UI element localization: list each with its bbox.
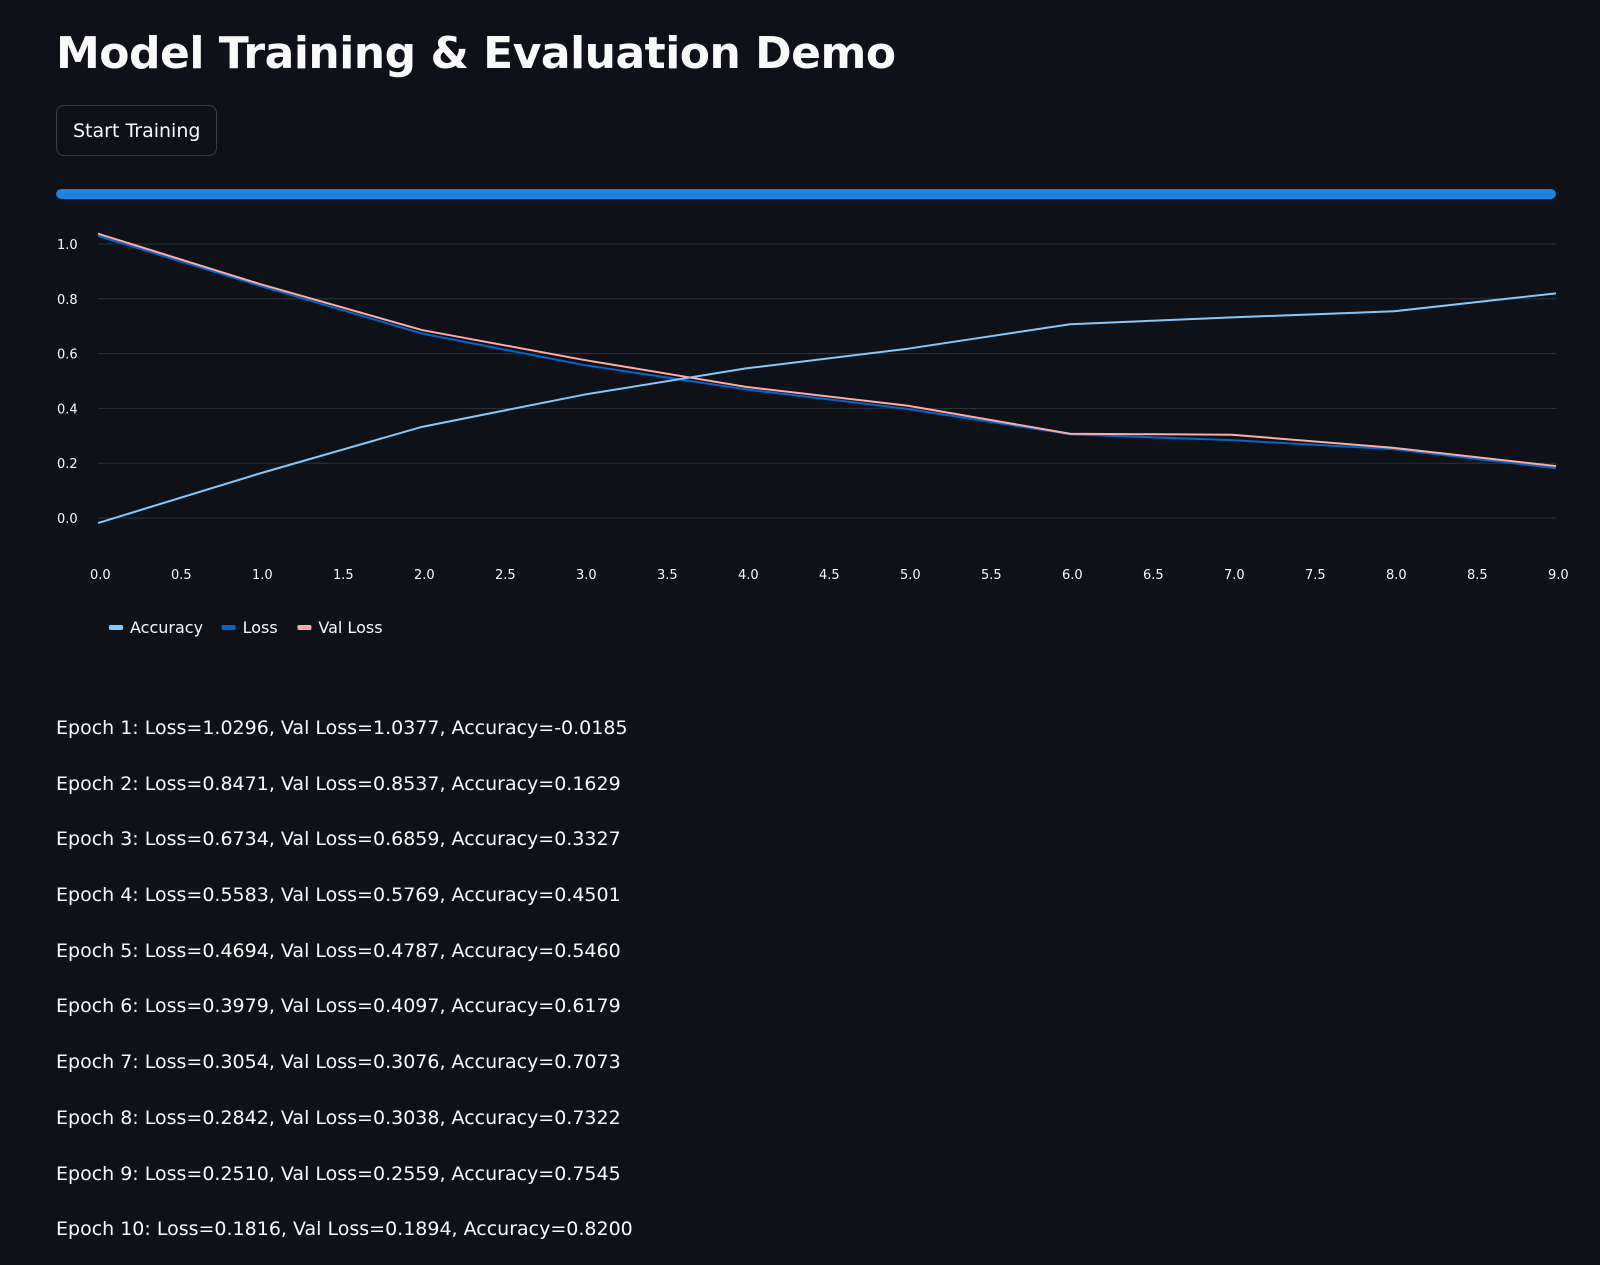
page-title: Model Training & Evaluation Demo bbox=[56, 28, 896, 79]
x-tick-label: 3.5 bbox=[657, 568, 678, 583]
x-tick-label: 2.0 bbox=[414, 568, 435, 583]
y-tick-label: 0.2 bbox=[57, 457, 78, 472]
log-line: Epoch 3: Loss=0.6734, Val Loss=0.6859, A… bbox=[56, 828, 621, 851]
log-line: Epoch 8: Loss=0.2842, Val Loss=0.3038, A… bbox=[56, 1106, 621, 1129]
legend-label[interactable]: Loss bbox=[243, 618, 278, 637]
y-tick-label: 0.4 bbox=[57, 402, 78, 417]
legend-label[interactable]: Accuracy bbox=[130, 618, 203, 637]
log-line: Epoch 10: Loss=0.1816, Val Loss=0.1894, … bbox=[56, 1218, 633, 1241]
log-line: Epoch 9: Loss=0.2510, Val Loss=0.2559, A… bbox=[56, 1162, 621, 1185]
x-tick-label: 7.0 bbox=[1224, 568, 1245, 583]
training-log: Epoch 1: Loss=1.0296, Val Loss=1.0377, A… bbox=[56, 714, 1556, 1265]
x-tick-label: 1.0 bbox=[252, 568, 273, 583]
x-tick-label: 1.5 bbox=[333, 568, 354, 583]
app-root: Model Training & Evaluation Demo Start T… bbox=[0, 0, 1600, 1265]
x-tick-label: 8.5 bbox=[1467, 568, 1488, 583]
y-tick-label: 0.8 bbox=[57, 293, 78, 308]
log-line: Epoch 7: Loss=0.3054, Val Loss=0.3076, A… bbox=[56, 1051, 621, 1074]
log-line: Epoch 5: Loss=0.4694, Val Loss=0.4787, A… bbox=[56, 939, 621, 962]
x-tick-label: 9.0 bbox=[1548, 568, 1569, 583]
series-line-val-loss bbox=[97, 232, 1557, 468]
legend-swatch bbox=[109, 625, 123, 630]
log-line: Epoch 2: Loss=0.8471, Val Loss=0.8537, A… bbox=[56, 772, 621, 795]
x-tick-label: 6.0 bbox=[1062, 568, 1083, 583]
x-tick-label: 5.0 bbox=[900, 568, 921, 583]
legend-swatch bbox=[297, 625, 312, 630]
log-line: Epoch 1: Loss=1.0296, Val Loss=1.0377, A… bbox=[56, 717, 628, 739]
progress-bar bbox=[56, 189, 1556, 199]
x-tick-label: 8.0 bbox=[1386, 568, 1407, 583]
x-tick-label: 4.5 bbox=[819, 568, 840, 583]
x-tick-label: 7.5 bbox=[1305, 568, 1326, 583]
x-tick-label: 2.5 bbox=[495, 568, 516, 583]
x-tick-label: 6.5 bbox=[1143, 568, 1164, 583]
y-tick-label: 0.6 bbox=[57, 348, 78, 363]
start-training-button[interactable]: Start Training bbox=[56, 105, 218, 156]
log-line: Epoch 4: Loss=0.5583, Val Loss=0.5769, A… bbox=[56, 884, 621, 907]
x-tick-label: 5.5 bbox=[981, 568, 1002, 583]
series-line-loss bbox=[97, 234, 1557, 470]
legend-label[interactable]: Val Loss bbox=[318, 618, 382, 637]
y-tick-label: 1.0 bbox=[57, 238, 78, 253]
y-tick-label: 0.0 bbox=[57, 512, 78, 527]
x-tick-label: 0.5 bbox=[171, 568, 192, 583]
x-tick-label: 0.0 bbox=[90, 568, 111, 583]
line-chart: 1.0 0.8 0.6 0.4 0.2 0.0 0.0 0.5 1.0 1.5 2.0 2.5 3.0 3… bbox=[57, 232, 1569, 637]
x-tick-label: 3.0 bbox=[576, 568, 597, 583]
log-line: Epoch 6: Loss=0.3979, Val Loss=0.4097, A… bbox=[56, 995, 621, 1018]
training-chart: 1.0 0.8 0.6 0.4 0.2 0.0 0.0 0.5 1.0 1.5 2.0 2.5 3.0 3… bbox=[0, 220, 1600, 670]
x-tick-label: 4.0 bbox=[738, 568, 759, 583]
legend-swatch bbox=[221, 625, 236, 630]
progress-bar-fill bbox=[56, 189, 1556, 199]
